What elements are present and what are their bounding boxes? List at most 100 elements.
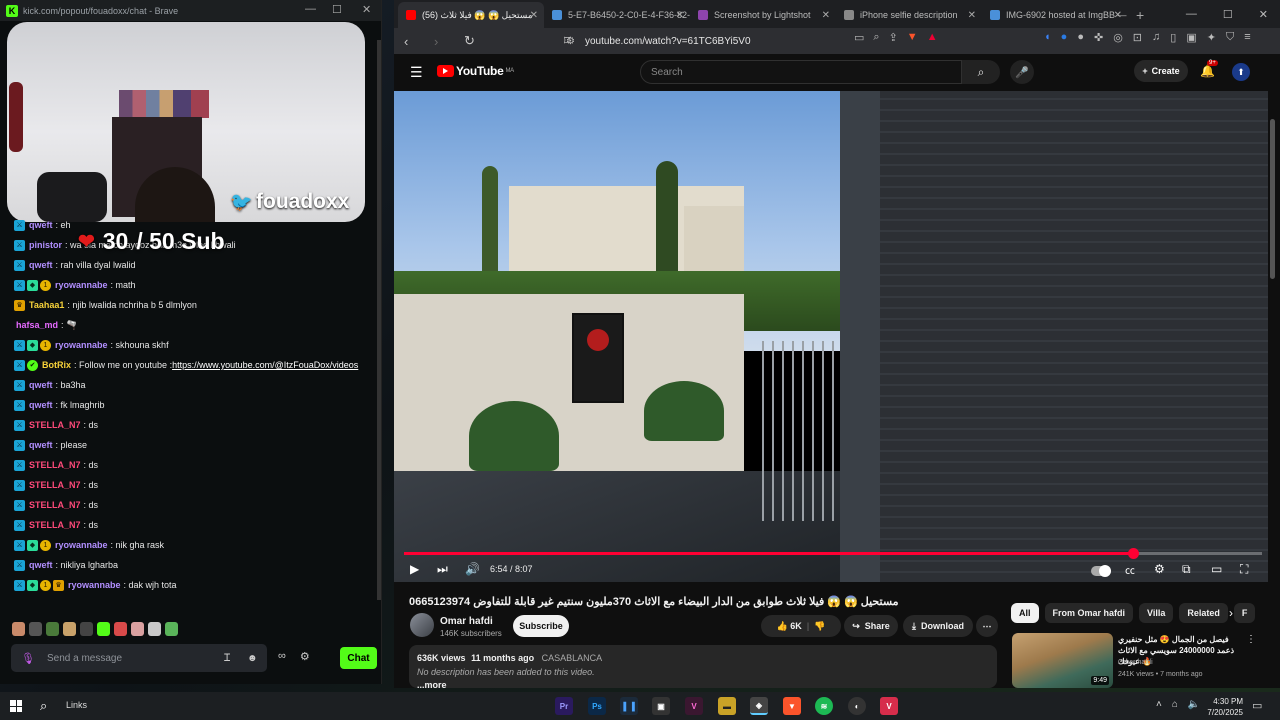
- youtube-search-input[interactable]: Search: [640, 60, 962, 84]
- emote-icon[interactable]: [165, 622, 178, 636]
- filter-chip[interactable]: From Omar hafdi: [1044, 603, 1134, 623]
- emote-icon[interactable]: [46, 622, 59, 636]
- volume-icon[interactable]: 🔊: [465, 562, 480, 576]
- emoji-icon[interactable]: ☻: [247, 653, 258, 664]
- extension-icon[interactable]: ●: [1061, 31, 1068, 44]
- brave-shields-icon[interactable]: ▼: [907, 31, 918, 44]
- description-more-link[interactable]: ...more: [417, 680, 989, 690]
- extension-icon[interactable]: ◎: [1113, 31, 1123, 44]
- tab-close-icon[interactable]: ✕: [676, 10, 684, 21]
- tab-close-icon[interactable]: ✕: [1114, 10, 1122, 21]
- chat-message-input[interactable]: 🎙 Send a message Ꮖ ☻: [11, 644, 267, 672]
- chevron-right-icon[interactable]: ›: [1229, 606, 1233, 620]
- chat-username[interactable]: qweft: [29, 220, 53, 230]
- search-icon[interactable]: ⌕: [962, 60, 1000, 84]
- translate-icon[interactable]: Ꮖ: [224, 653, 231, 664]
- puzzle-icon[interactable]: ✜: [1094, 31, 1103, 44]
- taskbar-links[interactable]: Links: [66, 700, 87, 710]
- notifications-bell-icon[interactable]: 🔔: [1200, 64, 1215, 78]
- site-settings-icon[interactable]: ⚙: [566, 36, 575, 47]
- windows-start-icon[interactable]: [10, 700, 22, 712]
- maximize-button[interactable]: ☐: [332, 3, 342, 16]
- photoshop-icon[interactable]: Ps: [588, 697, 606, 715]
- subscribe-button[interactable]: Subscribe: [513, 615, 569, 637]
- tab-close-icon[interactable]: ✕: [822, 10, 830, 21]
- vpn-icon[interactable]: ⛉: [1226, 31, 1234, 44]
- next-icon[interactable]: ⏭: [437, 562, 448, 577]
- emote-icon[interactable]: [97, 622, 110, 636]
- filter-chip[interactable]: Villa: [1139, 603, 1174, 623]
- chat-username[interactable]: qweft: [29, 400, 53, 410]
- chat-username[interactable]: qweft: [29, 440, 53, 450]
- emote-icon[interactable]: [114, 622, 127, 636]
- chevron-up-icon[interactable]: ˄: [1156, 699, 1162, 710]
- close-button[interactable]: ✕: [1259, 8, 1268, 21]
- browser-tab[interactable]: 5-E7-B6450-2-C0-E-4-F36-82-8 ✕: [544, 2, 690, 28]
- filter-chip[interactable]: F: [1233, 603, 1256, 623]
- microphone-icon[interactable]: 🎙: [21, 652, 35, 665]
- forward-icon[interactable]: ›: [434, 34, 454, 49]
- media-icon[interactable]: ♫: [1152, 31, 1160, 44]
- extension-icon[interactable]: ◖: [1044, 31, 1051, 44]
- captions-icon[interactable]: ㏄: [1125, 562, 1135, 577]
- zoom-icon[interactable]: ⌕: [873, 31, 879, 44]
- app-icon[interactable]: V: [880, 697, 898, 715]
- chat-username[interactable]: qweft: [29, 380, 53, 390]
- filter-chip[interactable]: All: [1011, 603, 1039, 623]
- system-clock[interactable]: 4:30 PM 7/20/2025: [1198, 696, 1243, 718]
- video-player[interactable]: ▶ ⏭ 🔊 6:54 / 8:07 ㏄ ⚙ ⧉ ▭ ⛶: [394, 91, 1268, 582]
- miniplayer-icon[interactable]: ⧉: [1182, 562, 1191, 577]
- settings-gear-icon[interactable]: ⚙: [300, 650, 310, 663]
- chat-username[interactable]: hafsa_md: [16, 320, 58, 330]
- emote-icon[interactable]: [80, 622, 93, 636]
- browser-tab[interactable]: iPhone selfie description ✕: [836, 2, 982, 28]
- screenshot-icon[interactable]: ⊡: [1133, 31, 1142, 44]
- app-icon[interactable]: V: [685, 697, 703, 715]
- emote-icon[interactable]: [63, 622, 76, 636]
- browser-tab[interactable]: IMG-6902 hosted at ImgBB — Im ✕: [982, 2, 1128, 28]
- chat-username[interactable]: STELLA_N7: [29, 480, 81, 490]
- tab-close-icon[interactable]: ✕: [530, 10, 538, 21]
- emote-icon[interactable]: [131, 622, 144, 636]
- voice-search-icon[interactable]: 🎤: [1010, 60, 1034, 84]
- browser-tab[interactable]: Screenshot by Lightshot ✕: [690, 2, 836, 28]
- more-actions-button[interactable]: ⋯: [976, 615, 998, 637]
- chat-username[interactable]: STELLA_N7: [29, 420, 81, 430]
- premiere-pro-icon[interactable]: Pr: [555, 697, 573, 715]
- recommended-video-thumbnail[interactable]: 9:49: [1012, 633, 1113, 688]
- share-icon[interactable]: ⇪: [889, 31, 898, 44]
- download-button[interactable]: ⤓ Download: [903, 615, 973, 637]
- chat-username[interactable]: ryowannabe: [55, 340, 108, 350]
- wallet-icon[interactable]: ▣: [1186, 31, 1196, 44]
- notification-icon[interactable]: ▭: [1252, 699, 1262, 712]
- chat-username[interactable]: STELLA_N7: [29, 500, 81, 510]
- app-icon[interactable]: ▌▐: [620, 697, 638, 715]
- search-icon[interactable]: ⌕: [40, 698, 47, 714]
- tab-close-icon[interactable]: ✕: [968, 10, 976, 21]
- menu-icon[interactable]: ≡: [1244, 31, 1250, 44]
- chat-username[interactable]: STELLA_N7: [29, 520, 81, 530]
- spotify-icon[interactable]: ≋: [815, 697, 833, 715]
- chat-username[interactable]: BotRix: [42, 360, 71, 370]
- emote-icon[interactable]: [29, 622, 42, 636]
- cast-icon[interactable]: ▭: [854, 31, 864, 44]
- video-description[interactable]: 636K views 11 months ago CASABLANCA No d…: [409, 645, 997, 690]
- new-tab-button[interactable]: +: [1136, 7, 1144, 23]
- app-icon-active[interactable]: ◈: [750, 697, 768, 715]
- dislike-button[interactable]: 👎: [814, 621, 825, 632]
- chat-username[interactable]: ryowannabe: [68, 580, 121, 590]
- account-avatar[interactable]: ⬆: [1232, 63, 1250, 81]
- fullscreen-icon[interactable]: ⛶: [1240, 562, 1248, 577]
- more-vertical-icon[interactable]: ⋮: [1246, 634, 1256, 645]
- recommended-video-channel[interactable]: Omar hafdi: [1118, 659, 1153, 666]
- share-button[interactable]: ↪ Share: [844, 615, 898, 637]
- sidebar-icon[interactable]: ▯: [1170, 31, 1176, 44]
- brave-rewards-icon[interactable]: ▲: [927, 31, 938, 44]
- chat-username[interactable]: ryowannabe: [55, 540, 108, 550]
- brave-icon[interactable]: ▼: [783, 697, 801, 715]
- channel-name[interactable]: Omar hafdi: [440, 616, 493, 627]
- back-icon[interactable]: ‹: [404, 34, 424, 49]
- chat-send-button[interactable]: Chat: [340, 647, 377, 669]
- maximize-button[interactable]: ☐: [1223, 8, 1233, 21]
- page-scrollbar[interactable]: [1270, 99, 1276, 679]
